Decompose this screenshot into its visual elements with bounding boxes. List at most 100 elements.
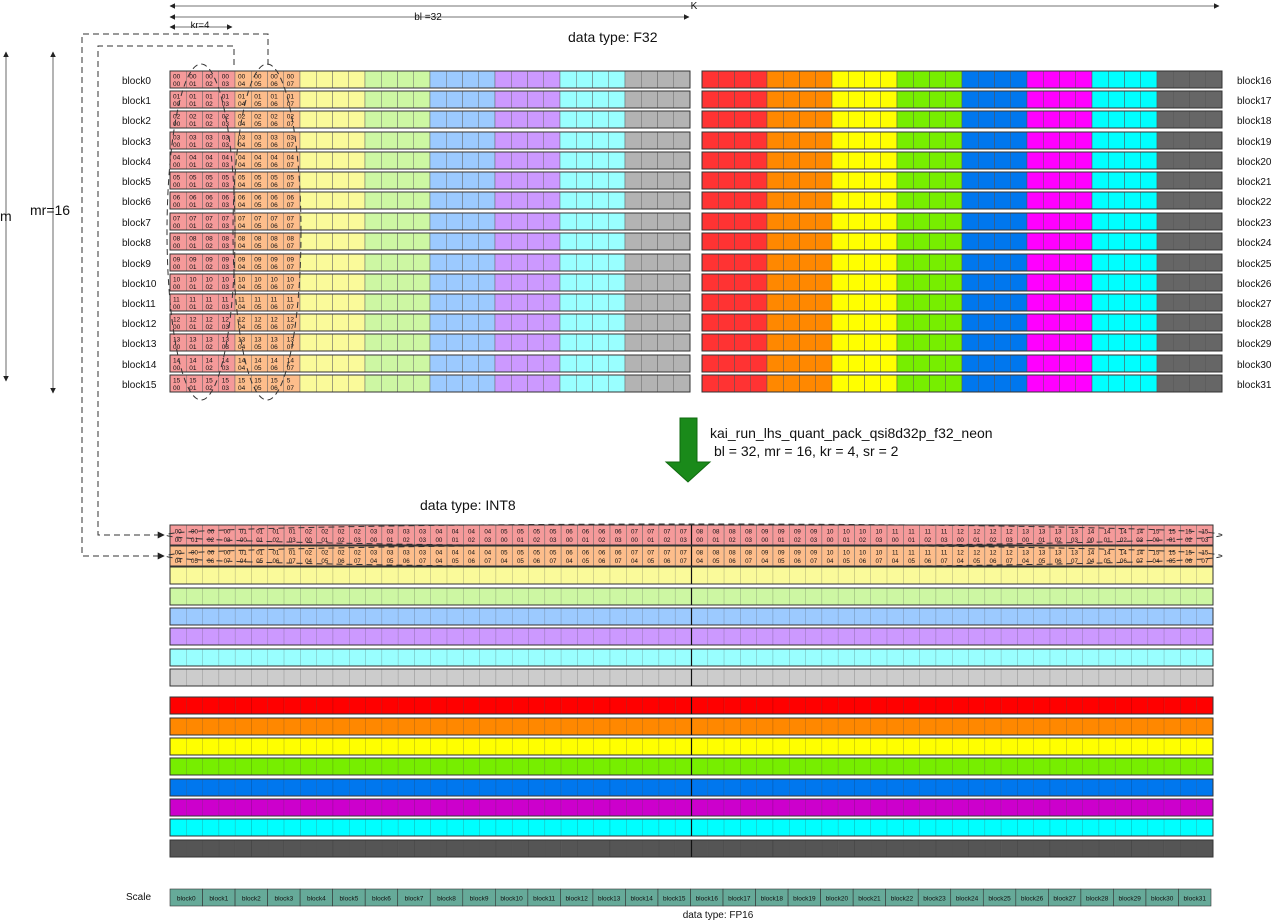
f32-cell bbox=[978, 131, 995, 150]
f32-cell bbox=[1091, 212, 1109, 231]
f32-cell bbox=[1108, 110, 1125, 129]
packed-cell bbox=[1147, 587, 1165, 606]
packed-cell bbox=[1098, 778, 1116, 797]
packed-cell bbox=[789, 818, 806, 837]
f32-cell bbox=[766, 333, 784, 352]
f32-cell bbox=[1156, 110, 1174, 129]
f32-cell bbox=[624, 333, 642, 352]
packed-col-index: 04 bbox=[370, 558, 377, 565]
cell-col-index: 02 bbox=[206, 324, 214, 331]
packed-row-index: 02 bbox=[305, 550, 312, 557]
packed-cell bbox=[316, 818, 334, 837]
f32-cell bbox=[799, 131, 816, 150]
packed-cell bbox=[821, 627, 839, 646]
packed-cell bbox=[1114, 839, 1132, 858]
f32-cell bbox=[978, 293, 995, 312]
packed-cell bbox=[935, 798, 953, 817]
packed-cell bbox=[626, 737, 643, 756]
cell-row-index: 02 bbox=[206, 114, 214, 121]
f32-cell bbox=[1091, 70, 1109, 89]
f32-cell bbox=[462, 110, 479, 129]
packed-cell bbox=[1000, 648, 1018, 667]
packed-cell bbox=[772, 818, 790, 837]
f32-cell bbox=[994, 131, 1011, 150]
cell-row-index: 09 bbox=[206, 257, 214, 264]
packed-cell bbox=[870, 737, 888, 756]
f32-cell bbox=[1124, 151, 1141, 170]
packed-cell bbox=[1066, 648, 1083, 667]
packed-color-row bbox=[169, 798, 1214, 817]
packed-cell bbox=[1033, 587, 1051, 606]
packed-cell bbox=[332, 757, 350, 776]
packed-col-index: 01 bbox=[387, 537, 394, 544]
packed-cell bbox=[1082, 627, 1100, 646]
cell-row-index: 02 bbox=[189, 114, 197, 121]
cell-row-index: 03 bbox=[173, 135, 181, 142]
f32-cell bbox=[657, 110, 674, 129]
packed-cell bbox=[952, 566, 969, 585]
packed-cell bbox=[609, 818, 627, 837]
packed-cell bbox=[446, 778, 464, 797]
packed-cell bbox=[349, 757, 366, 776]
f32-cell bbox=[576, 131, 593, 150]
f32-cell bbox=[397, 171, 414, 190]
f32-cell bbox=[1043, 232, 1060, 251]
f32-cell bbox=[1026, 333, 1044, 352]
packed-cell bbox=[479, 818, 497, 837]
scale-block-label: block26 bbox=[1021, 896, 1044, 903]
cell-col-index: 04 bbox=[238, 182, 246, 189]
cell-row-index: 14 bbox=[238, 358, 246, 365]
packed-col-index: 02 bbox=[1185, 537, 1192, 544]
f32-cell bbox=[945, 354, 963, 373]
packed-cell bbox=[479, 798, 497, 817]
f32-cell bbox=[978, 333, 995, 352]
packed-col-index: 04 bbox=[892, 558, 899, 565]
f32-cell bbox=[1108, 131, 1125, 150]
packed-cell bbox=[1131, 717, 1149, 736]
scale-block-label: block25 bbox=[988, 896, 1011, 903]
packed-col-index: 02 bbox=[859, 537, 866, 544]
packed-cell bbox=[821, 717, 839, 736]
packed-cell bbox=[1163, 696, 1181, 715]
f32-cell bbox=[929, 253, 946, 272]
packed-cell bbox=[365, 607, 383, 626]
packed-cell bbox=[968, 839, 986, 858]
cell-row-index: 07 bbox=[222, 216, 230, 223]
f32-cell bbox=[1205, 354, 1223, 373]
packed-cell bbox=[1114, 587, 1132, 606]
packed-cell bbox=[1131, 737, 1149, 756]
scale-block-label: block21 bbox=[858, 896, 881, 903]
packed-cell bbox=[218, 798, 236, 817]
f32-cell bbox=[1156, 333, 1174, 352]
f32-cell bbox=[413, 110, 431, 129]
packed-cell bbox=[870, 648, 888, 667]
f32-cell bbox=[364, 70, 382, 89]
packed-col-index: 06 bbox=[468, 558, 475, 565]
packed-cell bbox=[234, 668, 252, 687]
kr-label: kr=4 bbox=[191, 20, 210, 31]
packed-col-index: 07 bbox=[419, 558, 426, 565]
f32-cell bbox=[1156, 293, 1174, 312]
packed-cell bbox=[300, 818, 317, 837]
f32-cell bbox=[1205, 151, 1223, 170]
packed-cell bbox=[1180, 587, 1197, 606]
packed-cell bbox=[723, 818, 741, 837]
packed-cell bbox=[723, 778, 741, 797]
packed-cell bbox=[1066, 566, 1083, 585]
packed-row-index: 10 bbox=[859, 529, 866, 536]
f32-cell bbox=[559, 253, 577, 272]
packed-cell bbox=[479, 737, 497, 756]
f32-cell bbox=[576, 171, 593, 190]
f32-cell bbox=[864, 90, 881, 109]
f32-cell bbox=[429, 273, 447, 292]
cell-col-index: 05 bbox=[254, 162, 262, 169]
f32-cell bbox=[1010, 313, 1028, 332]
packed-cell bbox=[691, 798, 709, 817]
packed-col-index: 02 bbox=[990, 537, 997, 544]
packed-cell bbox=[430, 798, 448, 817]
cell-col-index: 00 bbox=[173, 243, 181, 250]
packed-col-index: 01 bbox=[582, 537, 589, 544]
packed-cell bbox=[528, 607, 546, 626]
block-label-right: block21 bbox=[1237, 177, 1272, 188]
packed-col-index: 02 bbox=[924, 537, 931, 544]
